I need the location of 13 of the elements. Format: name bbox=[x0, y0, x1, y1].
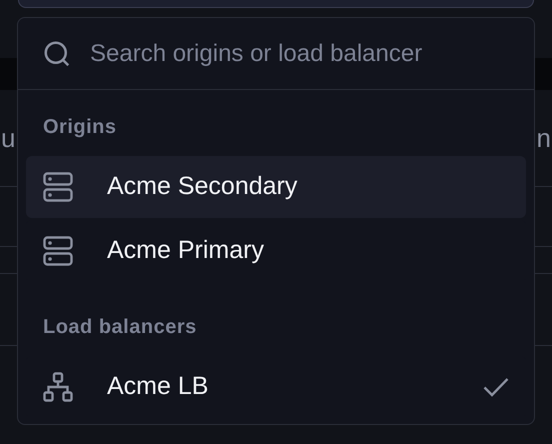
item-label: Acme Secondary bbox=[107, 171, 298, 202]
group-label: Load balancers bbox=[42, 315, 198, 340]
network-icon bbox=[43, 372, 73, 402]
item-label: Acme LB bbox=[107, 371, 210, 402]
table-cell-text: u bbox=[1, 122, 16, 154]
item-label: Acme Primary bbox=[107, 235, 265, 266]
menu-item[interactable]: Acme Secondary bbox=[26, 156, 526, 218]
search-icon bbox=[42, 38, 72, 68]
search-field[interactable]: Search origins or load balancer bbox=[90, 36, 510, 72]
table-cell-text: n bbox=[536, 122, 551, 154]
server-icon bbox=[43, 172, 73, 202]
server-icon bbox=[43, 236, 73, 266]
group-label: Origins bbox=[42, 115, 118, 140]
